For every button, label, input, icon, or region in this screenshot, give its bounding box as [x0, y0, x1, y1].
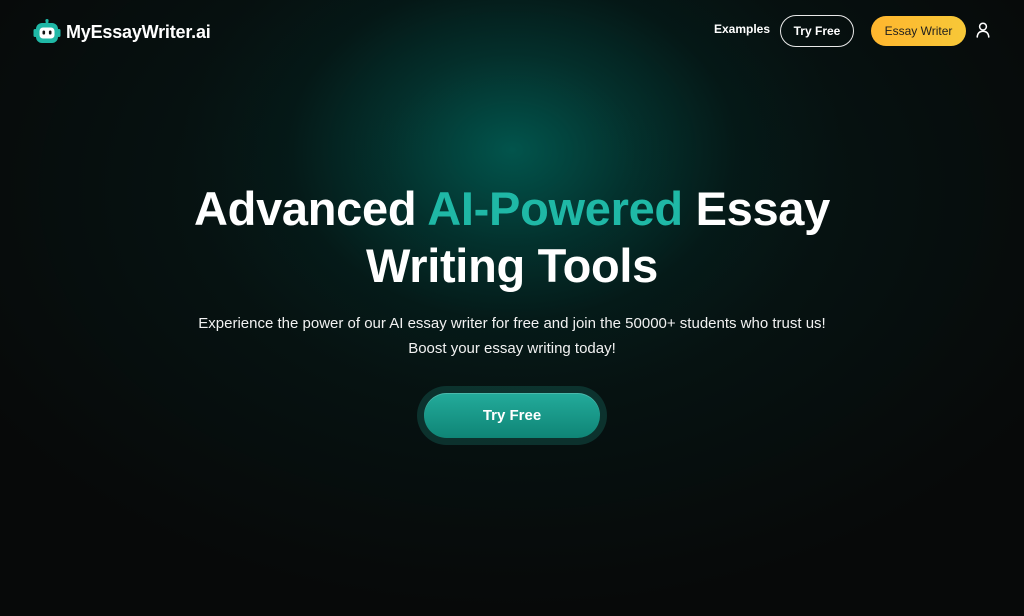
- hero-subtitle-line2: Boost your essay writing today!: [408, 340, 616, 357]
- hero-title-part1: Advanced: [194, 182, 428, 235]
- hero-subtitle: Experience the power of our AI essay wri…: [0, 311, 1024, 361]
- hero-title: Advanced AI-Powered Essay Writing Tools: [0, 180, 1024, 294]
- nav-try-free-button[interactable]: Try Free: [780, 15, 854, 47]
- nav-essay-writer-label: Essay Writer: [884, 24, 953, 38]
- hero-try-free-label: Try Free: [482, 407, 542, 424]
- cta-button-halo: Try Free: [417, 386, 607, 445]
- logo-text: MyEssayWriter.ai: [66, 21, 211, 42]
- top-navbar: MyEssayWriter.ai Examples Try Free Essay…: [0, 0, 1024, 62]
- hero-try-free-button[interactable]: Try Free: [424, 393, 600, 438]
- hero-subtitle-line1: Experience the power of our AI essay wri…: [198, 315, 826, 332]
- hero-title-part2: Essay: [682, 182, 831, 235]
- hero-title-line2: Writing Tools: [366, 239, 658, 292]
- robot-icon: [33, 19, 61, 43]
- nav-try-free-label: Try Free: [793, 24, 841, 38]
- nav-examples-link[interactable]: Examples: [714, 22, 770, 36]
- user-icon[interactable]: [976, 22, 990, 38]
- background-glow: [0, 0, 1024, 616]
- logo-link[interactable]: MyEssayWriter.ai: [33, 17, 211, 47]
- nav-essay-writer-button[interactable]: Essay Writer: [871, 16, 966, 46]
- hero-title-accent: AI-Powered: [427, 182, 683, 235]
